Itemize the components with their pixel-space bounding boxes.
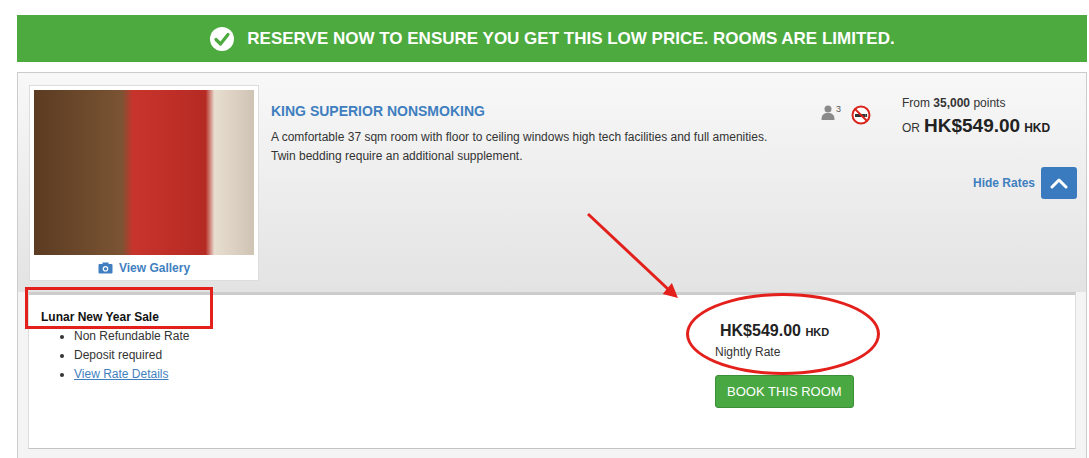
rate-feature: Deposit required <box>74 346 715 365</box>
room-description: A comfortable 37 sqm room with floor to … <box>271 128 771 166</box>
nightly-rate-label: Nightly Rate <box>715 345 854 359</box>
room-icons: 3 <box>821 105 871 125</box>
annotation-rectangle <box>25 287 213 329</box>
room-price: From 35,000 points ORHK$549.00HKD Hide Rat… <box>902 96 1074 199</box>
rate-features: Non Refundable RateDeposit required View … <box>41 327 715 384</box>
view-rate-details-link[interactable]: View Rate Details <box>74 367 169 381</box>
nightly-price: HK$549.00 HKD <box>715 321 854 342</box>
room-summary: View Gallery KING SUPERIOR NONSMOKING A co… <box>18 73 1086 292</box>
rate-list: Lunar New Year Sale Non Refundable RateDe… <box>18 292 1086 449</box>
no-smoking-icon <box>851 105 871 125</box>
rate-details-item: View Rate Details <box>74 365 715 384</box>
book-room-button[interactable]: BOOK THIS ROOM <box>715 375 854 408</box>
annotation-ellipse <box>686 293 880 375</box>
rate-name: Lunar New Year Sale <box>41 309 715 325</box>
room-photo[interactable] <box>34 90 254 255</box>
room-title[interactable]: KING SUPERIOR NONSMOKING <box>271 103 771 119</box>
person-icon <box>821 105 835 120</box>
promo-banner: RESERVE NOW TO ENSURE YOU GET THIS LOW P… <box>17 15 1087 62</box>
hide-rates-toggle[interactable]: Hide Rates <box>902 167 1077 199</box>
rate-feature: Non Refundable Rate <box>74 327 715 346</box>
page: RESERVE NOW TO ENSURE YOU GET THIS LOW P… <box>0 0 1089 458</box>
points-price: From 35,000 points <box>902 96 1074 110</box>
annotation-arrow-icon <box>578 203 688 303</box>
room-thumbnail[interactable]: View Gallery <box>29 85 259 281</box>
view-gallery-link[interactable]: View Gallery <box>34 255 254 278</box>
rate-info: Lunar New Year Sale Non Refundable RateDe… <box>41 309 715 448</box>
check-circle-icon <box>209 26 235 52</box>
room-info: KING SUPERIOR NONSMOKING A comfortable 37… <box>271 103 771 166</box>
chevron-icon <box>1050 177 1068 189</box>
room-card: View Gallery KING SUPERIOR NONSMOKING A co… <box>17 72 1087 458</box>
occupancy-count: 3 <box>836 105 841 114</box>
hide-rates-button[interactable] <box>1041 167 1077 199</box>
rate-price: HK$549.00 HKD Nightly Rate BOOK THIS ROOM <box>715 321 854 448</box>
cash-price: ORHK$549.00HKD <box>902 115 1074 137</box>
banner-text: RESERVE NOW TO ENSURE YOU GET THIS LOW P… <box>247 29 894 49</box>
camera-icon <box>98 262 113 274</box>
occupancy: 3 <box>821 105 841 120</box>
hide-rates-label[interactable]: Hide Rates <box>973 176 1035 190</box>
rate-row: Lunar New Year Sale Non Refundable RateDe… <box>28 292 1076 449</box>
